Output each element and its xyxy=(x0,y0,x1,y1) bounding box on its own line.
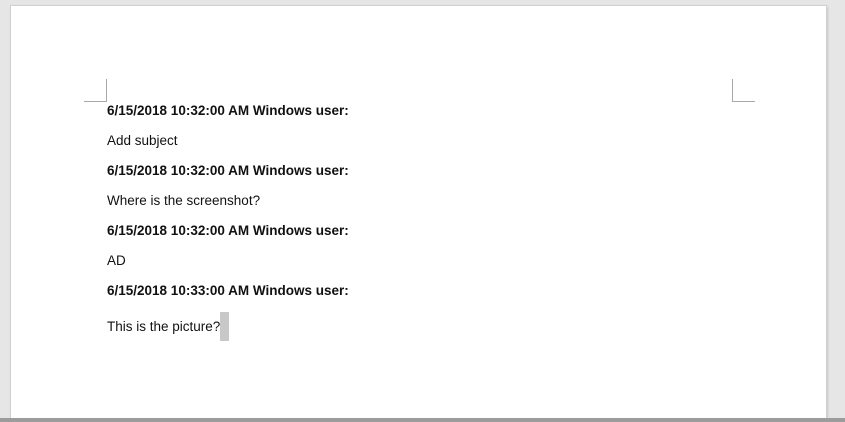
bottom-edge-bar xyxy=(0,418,845,422)
comment-header: 6/15/2018 10:32:00 AM Windows user: xyxy=(107,223,349,238)
comment-text[interactable]: Where is the screenshot? xyxy=(107,192,727,222)
comment-text[interactable]: Add subject xyxy=(107,132,727,162)
comment-header: 6/15/2018 10:33:00 AM Windows user: xyxy=(107,283,349,298)
top-left-margin-marker xyxy=(84,79,107,102)
document-canvas: 6/15/2018 10:32:00 AM Windows user: Add … xyxy=(0,0,845,422)
document-body[interactable]: 6/15/2018 10:32:00 AM Windows user: Add … xyxy=(107,102,727,342)
comment-header: 6/15/2018 10:32:00 AM Windows user: xyxy=(107,103,349,118)
text-cursor xyxy=(220,312,230,341)
comment-text-last[interactable]: This is the picture? xyxy=(107,312,727,342)
comment-text[interactable]: This is the picture? xyxy=(107,319,220,334)
document-page[interactable]: 6/15/2018 10:32:00 AM Windows user: Add … xyxy=(11,6,826,418)
top-right-margin-marker xyxy=(732,79,755,102)
comment-header: 6/15/2018 10:32:00 AM Windows user: xyxy=(107,163,349,178)
comment-text[interactable]: AD xyxy=(107,252,727,282)
